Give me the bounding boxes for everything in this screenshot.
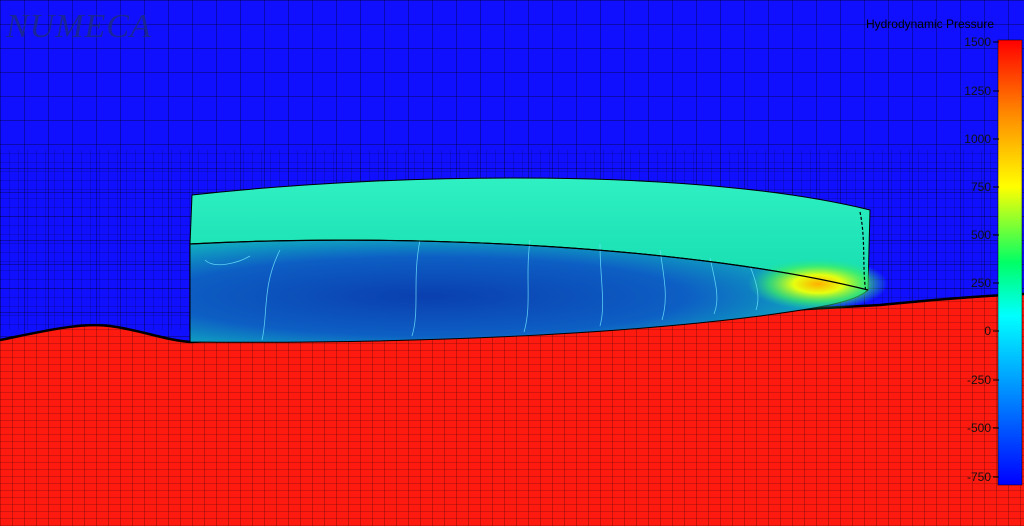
legend-tick: -250 (966, 373, 991, 387)
legend-title: Hydrodynamic Pressure (865, 17, 994, 31)
legend-tick: -750 (966, 470, 991, 484)
legend-tick: 250 (970, 276, 991, 290)
bow-pressure-peak (748, 258, 888, 310)
legend-tick: 750 (970, 180, 991, 194)
numeca-logo: NUMECA (6, 8, 152, 45)
legend-tick: 1500 (964, 35, 991, 49)
cfd-viewport[interactable] (0, 0, 1024, 526)
legend-tick: 0 (984, 324, 991, 338)
colorbar-gradient (997, 39, 1023, 486)
legend-tick: 1250 (964, 84, 991, 98)
legend-tick: 1000 (964, 132, 991, 146)
legend-tick: -500 (966, 421, 991, 435)
legend-tick: 500 (970, 228, 991, 242)
